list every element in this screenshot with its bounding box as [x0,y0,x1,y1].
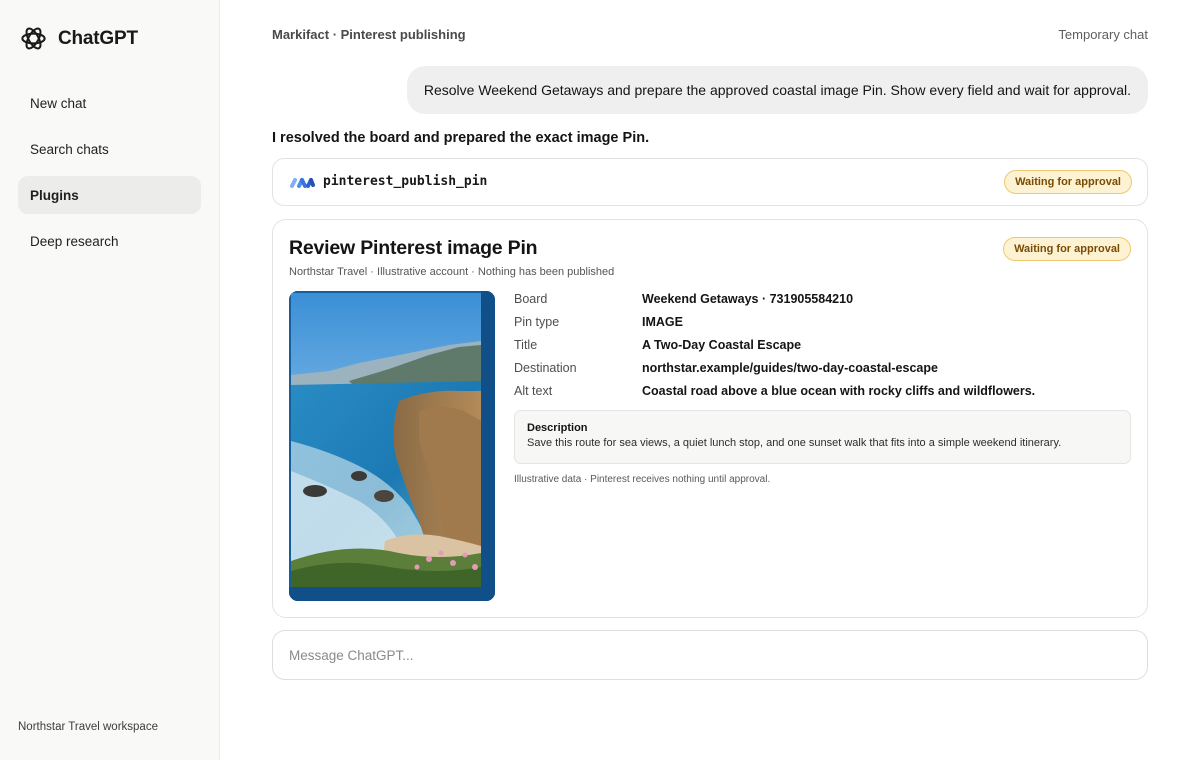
sidebar-item-label: Deep research [30,233,119,249]
coastal-landscape-image [289,291,495,601]
breadcrumb: Markifact · Pinterest publishing [272,27,466,42]
message-input[interactable] [274,632,1144,678]
field-alt-text: Alt text Coastal road above a blue ocean… [514,383,1134,406]
tool-call-card[interactable]: pinterest_publish_pin Waiting for approv… [272,158,1148,206]
sidebar: ChatGPT New chat Search chats Plugins De… [0,0,220,760]
review-pin-card: Review Pinterest image Pin Waiting for a… [272,219,1148,618]
field-value: Coastal road above a blue ocean with roc… [642,384,1036,398]
illustrative-note: Illustrative data · Pinterest receives n… [514,474,771,485]
brand-name: ChatGPT [58,27,138,49]
field-board: Board Weekend Getaways · 731905584210 [514,291,1134,314]
composer[interactable] [272,630,1148,680]
sidebar-item-plugins[interactable]: Plugins [18,176,201,214]
top-bar: Markifact · Pinterest publishing Tempora… [272,27,1148,43]
description-label: Description [527,422,588,434]
description-box: Description Save this route for sea view… [514,410,1131,464]
workspace-label[interactable]: Northstar Travel workspace [18,721,158,733]
field-title: Title A Two-Day Coastal Escape [514,337,1134,360]
markifact-logo-icon [290,178,315,188]
sidebar-item-deep-research[interactable]: Deep research [18,222,201,260]
user-message: Resolve Weekend Getaways and prepare the… [406,66,1148,114]
pin-fields: Board Weekend Getaways · 731905584210 Pi… [514,291,1134,406]
openai-logo-icon [21,27,46,50]
sidebar-nav: New chat Search chats Plugins Deep resea… [18,84,201,268]
description-text: Save this route for sea views, a quiet l… [527,437,1062,449]
field-value: northstar.example/guides/two-day-coastal… [642,361,938,375]
field-destination: Destination northstar.example/guides/two… [514,360,1134,383]
sidebar-item-label: Plugins [30,187,79,203]
field-label: Pin type [514,315,560,329]
review-title: Review Pinterest image Pin [289,237,538,259]
sidebar-item-label: New chat [30,95,87,111]
temporary-chat-button[interactable]: Temporary chat [1058,27,1148,42]
assistant-message: I resolved the board and prepared the ex… [272,130,650,146]
brand[interactable]: ChatGPT [18,23,138,54]
field-label: Destination [514,361,577,375]
sidebar-item-new-chat[interactable]: New chat [18,84,201,122]
field-pin-type: Pin type IMAGE [514,314,1134,337]
status-badge: Waiting for approval [1004,170,1132,194]
field-label: Title [514,338,538,352]
status-badge: Waiting for approval [1003,237,1131,261]
sidebar-item-label: Search chats [30,141,109,157]
field-value: Weekend Getaways · 731905584210 [642,292,854,306]
review-subtitle: Northstar Travel · Illustrative account … [289,266,615,278]
field-value: A Two-Day Coastal Escape [642,338,802,352]
field-label: Alt text [514,384,553,398]
field-label: Board [514,292,548,306]
field-value: IMAGE [642,315,683,329]
sidebar-item-search-chats[interactable]: Search chats [18,130,201,168]
tool-name: pinterest_publish_pin [323,174,488,189]
pin-image [289,291,495,601]
